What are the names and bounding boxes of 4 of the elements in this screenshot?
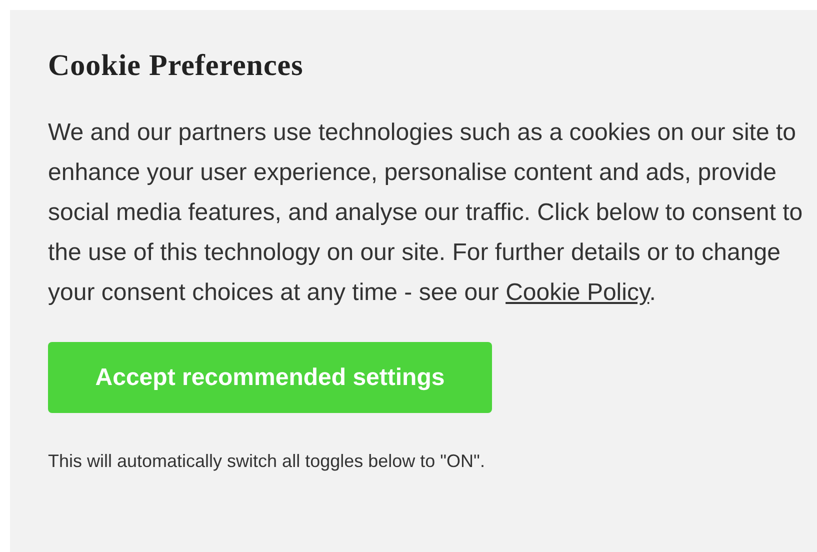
toggle-note: This will automatically switch all toggles below to "ON".	[48, 450, 486, 473]
cookie-policy-link[interactable]: Cookie Policy	[506, 279, 650, 306]
consent-paragraph: We and our partners use technologies such as a cookies on our site to enhance your user experience, personalise content and ads, provide social media features, and analyse our traffic. Click below to consent to the use of this technology on our site. For further details or to change your consent choices at any time - see our Cookie Policy.	[48, 118, 804, 308]
dialog-title: Cookie Preferences	[48, 50, 304, 82]
